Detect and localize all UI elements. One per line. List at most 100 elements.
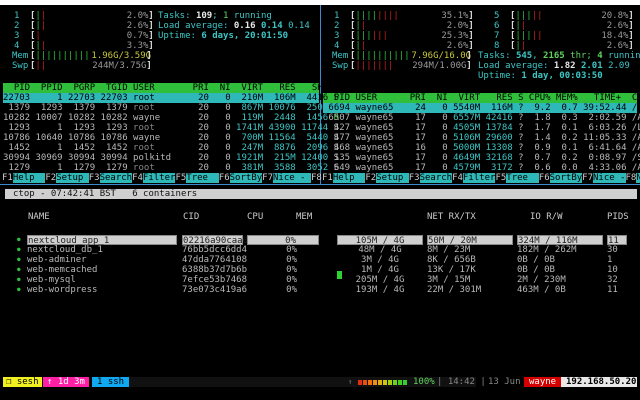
cell-pgrp: 30994 [62,153,96,163]
swap-meter-right: Swp[||||||| 294M/1.00G] [332,61,472,71]
fkey-label-sortby[interactable]: SortBy [549,173,583,183]
process-row[interactable]: 30994 30969 30994 30994 polkitd 20 0 192… [3,153,339,163]
meter-bar: || [35,21,93,31]
pane-divider-horizontal[interactable] [0,184,640,185]
fkey-F8[interactable]: F8 [626,173,637,183]
load-1: 1.82 [553,61,576,71]
fkey-F4[interactable]: F4 [132,173,143,183]
process-row[interactable]: 1452 1 1452 1452 root 20 0 247M 8876 209… [3,143,339,153]
cell-tgid: 1379 [95,103,128,113]
cpu-meter-2: 2[|| 2.6%] [14,21,154,31]
fkey-label-setup[interactable]: Setup [376,173,409,183]
process-row[interactable]: 135 wayne65 17 0 4649M 32168 ? 0.7 0.2 0… [323,153,640,163]
column-header-mem[interactable]: MEM [296,212,312,222]
fkey-label-help[interactable]: Help [332,173,366,183]
fkey-label-search[interactable]: Search [419,173,453,183]
fkey-label-filter[interactable]: Filter [142,173,176,183]
cell-pri: 20 [187,93,209,103]
process-table-header-right[interactable]: PID USER PRI NI VIRT RES S CPU% MEM% TIM… [323,93,640,103]
container-id: 47dda7764108 [182,255,248,265]
process-row[interactable]: 649 wayne65 17 0 4579M 3172 ? 0.6 0.0 4:… [323,163,640,173]
cell-state: ? [512,133,524,143]
fkey-label-search[interactable]: Search [99,173,133,183]
column-header-pids[interactable]: PIDS [607,212,629,222]
container-name[interactable]: web-memcached [27,265,97,275]
fkey-label-setup[interactable]: Setup [56,173,89,183]
process-row[interactable]: 477 wayne65 17 0 5106M 29600 ? 1.4 0.2 1… [323,133,640,143]
process-row[interactable]: 10786 10640 10786 10786 wayne 20 0 700M … [3,133,339,143]
date: 13 Jun [488,377,521,387]
process-row[interactable]: 1293 1 1293 1293 root 20 0 1741M 43900 1… [3,123,339,133]
cell-pid: 10282 [3,113,31,123]
process-row[interactable]: 1379 1293 1379 1379 root 20 0 867M 10076… [3,103,339,113]
fkey-label-tree[interactable]: Tree [506,173,539,183]
fkey-F6[interactable]: F6 [539,173,550,183]
fkey-F1[interactable]: F1 [2,173,13,183]
cell-pri: 17 [404,163,426,173]
session-name[interactable]: ❐ sesh [3,377,42,387]
container-name[interactable]: nextcloud_db_1 [27,245,103,255]
cpu-meter-4: 4[|| 3.3%] [14,41,154,51]
fkey-label-help[interactable]: Help [12,173,46,183]
load-15: 2.09 [608,61,630,71]
meter-label: 3 [334,31,340,41]
fkey-F6[interactable]: F6 [219,173,230,183]
process-row[interactable]: 468 wayne65 16 0 5000M 13308 ? 0.9 0.1 6… [323,143,640,153]
fkey-F7[interactable]: F7 [582,173,593,183]
fkey-F3[interactable]: F3 [409,173,420,183]
container-name[interactable]: web-mysql [27,275,76,285]
bar-red: ||| [371,31,388,41]
cell-time: 4:33.06 [577,163,627,173]
process-row[interactable]: 6507 wayne65 17 0 6557M 42416 ? 1.8 0.3 … [323,113,640,123]
fkey-label-tree[interactable]: Tree [186,173,219,183]
fkey-F4[interactable]: F4 [452,173,463,183]
fkey-F1[interactable]: F1 [322,173,333,183]
column-header-name[interactable]: NAME [28,212,50,222]
fkey-F7[interactable]: F7 [262,173,273,183]
fkey-label-filter[interactable]: Filter [462,173,496,183]
process-table-header-left[interactable]: PID PPID PGRP TGID USER PRI NI VIRT RES … [3,83,350,93]
column-header-netrxtx[interactable]: NET RX/TX [427,212,476,222]
fkey-label-nice[interactable]: Nice - [593,173,626,183]
column-header-iorw[interactable]: IO R/W [530,212,563,222]
fkey-F5[interactable]: F5 [175,173,186,183]
process-row[interactable]: 10282 10007 10282 10282 wayne 20 0 119M … [3,113,339,123]
process-row[interactable]: 427 wayne65 17 0 4505M 13784 ? 1.7 0.1 6… [323,123,640,133]
cpu-usage: 0% [247,235,319,246]
column-header-cpu[interactable]: CPU [247,212,263,222]
io-read-write: 463M / 0B [517,285,566,295]
fkey-label-nice[interactable]: Nice - [273,173,311,183]
container-name[interactable]: web-adminer [27,255,87,265]
cell-command: /Libra [631,123,640,133]
tasks-count: 109 [195,11,213,21]
container-id: 6388b37d7b6b [182,265,248,275]
container-id: 02216a90caa0 [182,235,249,246]
column-header-cid[interactable]: CID [183,212,199,222]
fkey-F5[interactable]: F5 [495,173,506,183]
load-5: 2.01 [580,61,603,71]
function-key-bar-left: F1 Help F2 Setup F3 Search F4 Filter F5 Tree F6… [2,173,322,183]
meter-label: 4 [334,41,340,51]
fkey-F3[interactable]: F3 [89,173,100,183]
status-dot-icon: ● [17,236,21,243]
window-tab-ssh[interactable]: 1 ssh [92,377,130,387]
container-name[interactable]: nextcloud_app_1 [27,235,177,246]
fkey-F2[interactable]: F2 [45,173,56,183]
fkey-label-sortby[interactable]: SortBy [229,173,263,183]
meter-value: 20.8% [601,11,629,21]
cell-state: ? [512,113,524,123]
fkey-F8[interactable]: F8 [311,173,322,183]
cpu-meter-3: 3[| 0.7%] [14,31,154,41]
meter-value: 18.4% [601,31,629,41]
process-row[interactable]: 22703 1 22703 22703 root 20 0 210M 106M … [3,93,339,103]
cpu-meter-7: 7[||||| 18.4%] [494,31,634,41]
process-row[interactable]: 6694 wayne65 24 0 5540M 116M ? 9.2 0.7 3… [323,103,640,113]
fkey-F2[interactable]: F2 [365,173,376,183]
bar-red: || [35,61,47,71]
container-name[interactable]: web-wordpress [27,285,97,295]
status-dot-icon: ● [17,256,21,263]
meter-bar: ||||||||||| [35,51,91,61]
process-row[interactable]: 1279 1 1279 1279 root 20 0 381M 3588 305… [3,163,339,173]
cell-ni: 0 [425,133,448,143]
fkey-label-nice[interactable]: Nice [636,173,640,183]
